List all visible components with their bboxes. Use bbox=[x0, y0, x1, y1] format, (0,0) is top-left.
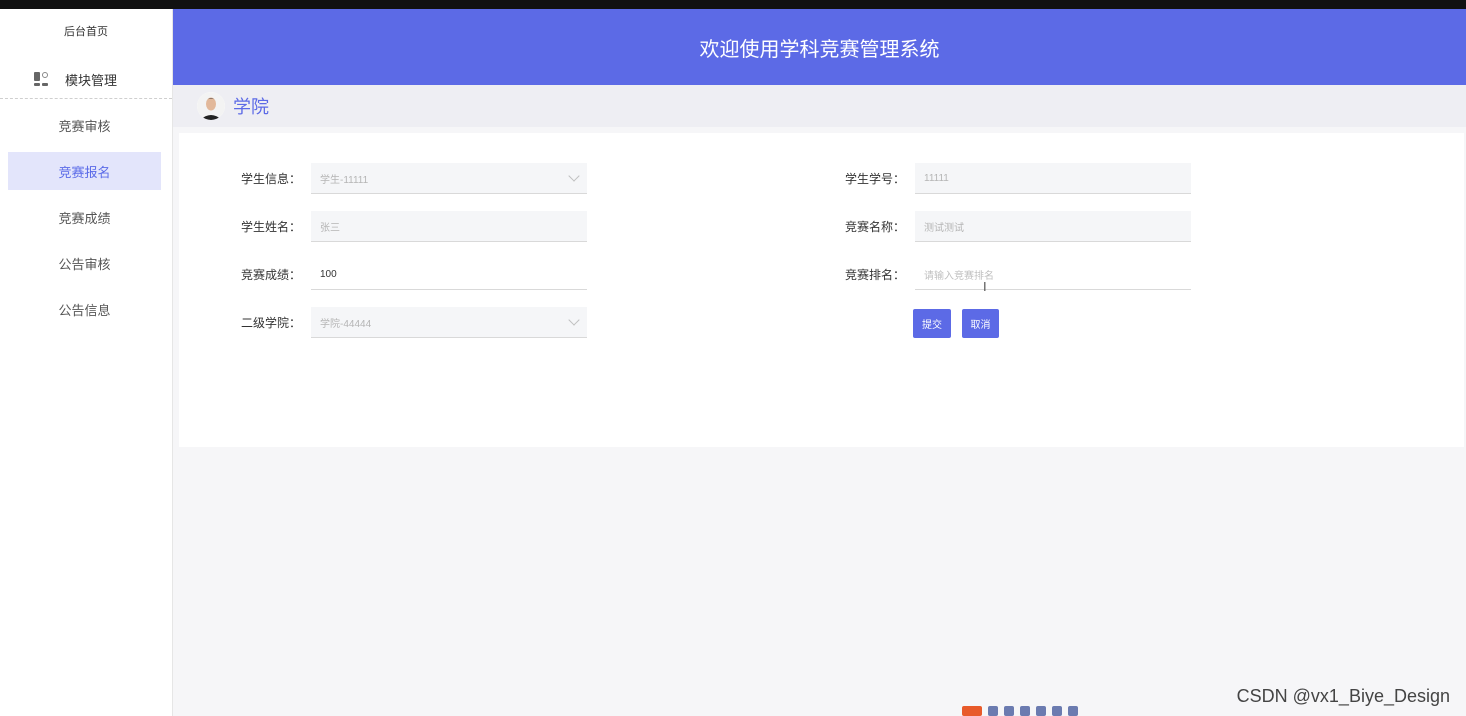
ime-mic-icon bbox=[1036, 706, 1046, 716]
contest-rank-label: 竞赛排名： bbox=[844, 268, 905, 282]
module-grid-icon bbox=[34, 72, 48, 86]
text-cursor-icon: I bbox=[983, 279, 987, 294]
college-label: 二级学院： bbox=[240, 316, 301, 330]
sidebar-item-contest-signup[interactable]: 竞赛报名 bbox=[8, 152, 161, 190]
field-contest-rank: 竞赛排名： 请输入竞赛排名 bbox=[833, 259, 1191, 290]
college-value: 学院-44444 bbox=[320, 318, 372, 330]
ime-keyboard-icon bbox=[1052, 706, 1062, 716]
ime-settings-icon bbox=[1068, 706, 1078, 716]
sidebar-item-notice-info[interactable]: 公告信息 bbox=[8, 290, 161, 328]
student-name-label: 学生姓名： bbox=[240, 220, 301, 234]
ime-toolbar bbox=[962, 706, 1122, 716]
ime-logo-icon bbox=[962, 706, 982, 716]
sidebar-module-label: 模块管理 bbox=[65, 72, 118, 88]
sidebar-item-notice-review[interactable]: 公告审核 bbox=[8, 244, 161, 282]
field-contest-score: 竞赛成绩： 100 bbox=[229, 259, 587, 290]
sidebar: 后台首页 模块管理 竞赛审核 竞赛报名 竞赛成绩 公告审核 公告信息 bbox=[0, 9, 173, 716]
field-student-id: 学生学号： 11111 bbox=[833, 163, 1191, 194]
student-id-value: 11111 bbox=[924, 172, 949, 184]
ime-emoji-icon bbox=[1020, 706, 1030, 716]
page-title: 学院 bbox=[233, 97, 269, 117]
sidebar-item-contest-score[interactable]: 竞赛成绩 bbox=[8, 198, 161, 236]
submit-button[interactable]: 提交 bbox=[913, 309, 951, 338]
student-info-label: 学生信息： bbox=[240, 172, 301, 186]
cancel-button[interactable]: 取消 bbox=[962, 309, 999, 338]
field-student-info: 学生信息： 学生-11111 bbox=[229, 163, 587, 194]
sidebar-divider bbox=[0, 98, 172, 99]
contest-rank-input[interactable]: 请输入竞赛排名 bbox=[915, 259, 1191, 290]
field-contest-name: 竞赛名称： 测试测试 bbox=[833, 211, 1191, 242]
app-header: 欢迎使用学科竞赛管理系统 bbox=[173, 9, 1466, 85]
chevron-down-icon bbox=[568, 314, 580, 326]
contest-name-label: 竞赛名称： bbox=[844, 220, 905, 234]
window-top-strip bbox=[0, 0, 1466, 9]
student-name-input[interactable]: 张三 bbox=[311, 211, 587, 242]
sidebar-module-menu[interactable]: 模块管理 bbox=[34, 69, 117, 89]
student-id-label: 学生学号： bbox=[844, 172, 905, 186]
student-info-value: 学生-11111 bbox=[320, 174, 369, 186]
student-id-input[interactable]: 11111 bbox=[915, 163, 1191, 194]
watermark: CSDN @vx1_Biye_Design bbox=[1236, 686, 1450, 706]
chevron-down-icon bbox=[568, 170, 580, 182]
field-college: 二级学院： 学院-44444 bbox=[229, 307, 587, 338]
ime-lang-icon bbox=[988, 706, 998, 716]
contest-score-input[interactable]: 100 bbox=[311, 259, 587, 290]
contest-name-input[interactable]: 测试测试 bbox=[915, 211, 1191, 242]
app-title: 欢迎使用学科竞赛管理系统 bbox=[699, 38, 940, 61]
student-name-value: 张三 bbox=[320, 222, 340, 234]
college-select[interactable]: 学院-44444 bbox=[311, 307, 587, 338]
field-student-name: 学生姓名： 张三 bbox=[229, 211, 587, 242]
avatar[interactable] bbox=[197, 92, 225, 120]
sidebar-item-contest-review[interactable]: 竞赛审核 bbox=[8, 106, 161, 144]
ime-punct-icon bbox=[1004, 706, 1014, 716]
sidebar-home-link[interactable]: 后台首页 bbox=[0, 23, 172, 39]
form-card: 学生信息： 学生-11111 学生姓名： 张三 竞赛成绩： 100 二级学院： … bbox=[179, 133, 1464, 447]
breadcrumb: 学院 bbox=[173, 85, 1466, 127]
student-info-select[interactable]: 学生-11111 bbox=[311, 163, 587, 194]
contest-score-label: 竞赛成绩： bbox=[240, 268, 301, 282]
contest-score-value: 100 bbox=[320, 268, 337, 280]
contest-name-value: 测试测试 bbox=[924, 222, 964, 234]
